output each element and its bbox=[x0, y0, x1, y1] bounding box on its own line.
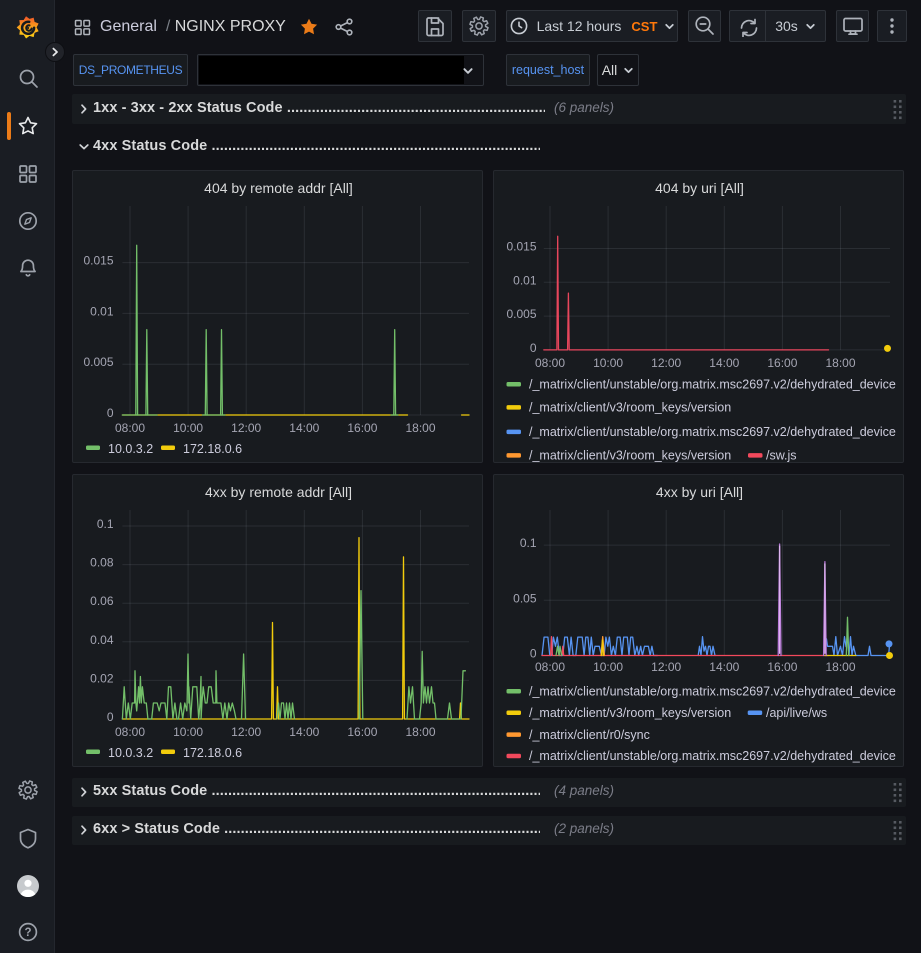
svg-text:10:00: 10:00 bbox=[173, 421, 203, 435]
svg-text:/_matrix/client/unstable/org.m: /_matrix/client/unstable/org.matrix.msc2… bbox=[529, 684, 896, 698]
svg-text:14:00: 14:00 bbox=[289, 725, 319, 739]
svg-text:/api/live/ws: /api/live/ws bbox=[766, 706, 827, 720]
svg-text:0.08: 0.08 bbox=[90, 556, 114, 570]
svg-text:0.1: 0.1 bbox=[97, 517, 114, 531]
svg-text:/_matrix/client/r0/sync: /_matrix/client/r0/sync bbox=[529, 728, 650, 742]
svg-text:0.005: 0.005 bbox=[506, 307, 536, 321]
svg-text:14:00: 14:00 bbox=[709, 356, 739, 370]
svg-text:16:00: 16:00 bbox=[767, 356, 797, 370]
svg-text:/_matrix/client/unstable/org.m: /_matrix/client/unstable/org.matrix.msc2… bbox=[529, 425, 896, 439]
svg-text:12:00: 12:00 bbox=[651, 660, 681, 674]
svg-text:18:00: 18:00 bbox=[825, 356, 855, 370]
svg-text:10.0.3.2: 10.0.3.2 bbox=[108, 746, 153, 760]
svg-text:0: 0 bbox=[530, 647, 537, 661]
svg-text:0.04: 0.04 bbox=[90, 633, 114, 647]
svg-text:0.01: 0.01 bbox=[513, 273, 537, 287]
svg-text:12:00: 12:00 bbox=[231, 421, 261, 435]
svg-text:0.06: 0.06 bbox=[90, 594, 114, 608]
svg-text:16:00: 16:00 bbox=[347, 421, 377, 435]
svg-text:172.18.0.6: 172.18.0.6 bbox=[183, 442, 242, 456]
svg-text:0.1: 0.1 bbox=[520, 536, 537, 550]
svg-text:10:00: 10:00 bbox=[593, 660, 623, 674]
svg-text:16:00: 16:00 bbox=[347, 725, 377, 739]
svg-text:/_matrix/client/unstable/org.m: /_matrix/client/unstable/org.matrix.msc2… bbox=[529, 377, 896, 391]
svg-text:18:00: 18:00 bbox=[825, 660, 855, 674]
svg-text:0.015: 0.015 bbox=[506, 240, 536, 254]
svg-text:172.18.0.6: 172.18.0.6 bbox=[183, 746, 242, 760]
svg-text:16:00: 16:00 bbox=[767, 660, 797, 674]
svg-text:14:00: 14:00 bbox=[709, 660, 739, 674]
svg-text:14:00: 14:00 bbox=[289, 421, 319, 435]
svg-text:?: ? bbox=[24, 927, 31, 939]
svg-text:08:00: 08:00 bbox=[535, 660, 565, 674]
svg-text:08:00: 08:00 bbox=[115, 725, 145, 739]
svg-text:08:00: 08:00 bbox=[115, 421, 145, 435]
svg-text:18:00: 18:00 bbox=[405, 725, 435, 739]
svg-text:0: 0 bbox=[530, 341, 537, 355]
svg-text:/_matrix/client/v3/room_keys/v: /_matrix/client/v3/room_keys/version bbox=[529, 401, 731, 415]
svg-text:/_matrix/client/v3/room_keys/v: /_matrix/client/v3/room_keys/version bbox=[529, 706, 731, 720]
svg-text:/sw.js: /sw.js bbox=[766, 449, 797, 463]
svg-text:0.015: 0.015 bbox=[83, 254, 113, 268]
svg-text:/_matrix/client/v3/room_keys/v: /_matrix/client/v3/room_keys/version bbox=[529, 449, 731, 463]
svg-text:18:00: 18:00 bbox=[405, 421, 435, 435]
svg-text:10.0.3.2: 10.0.3.2 bbox=[108, 442, 153, 456]
svg-text:0.01: 0.01 bbox=[90, 304, 114, 318]
svg-text:0.05: 0.05 bbox=[513, 591, 537, 605]
svg-text:12:00: 12:00 bbox=[231, 725, 261, 739]
svg-text:/_matrix/client/unstable/org.m: /_matrix/client/unstable/org.matrix.msc2… bbox=[529, 749, 896, 763]
svg-text:12:00: 12:00 bbox=[651, 356, 681, 370]
svg-text:0: 0 bbox=[107, 710, 114, 724]
svg-text:0: 0 bbox=[107, 406, 114, 420]
svg-text:10:00: 10:00 bbox=[173, 725, 203, 739]
svg-text:10:00: 10:00 bbox=[593, 356, 623, 370]
svg-text:08:00: 08:00 bbox=[535, 356, 565, 370]
svg-text:0.005: 0.005 bbox=[83, 355, 113, 369]
svg-text:0.02: 0.02 bbox=[90, 671, 114, 685]
